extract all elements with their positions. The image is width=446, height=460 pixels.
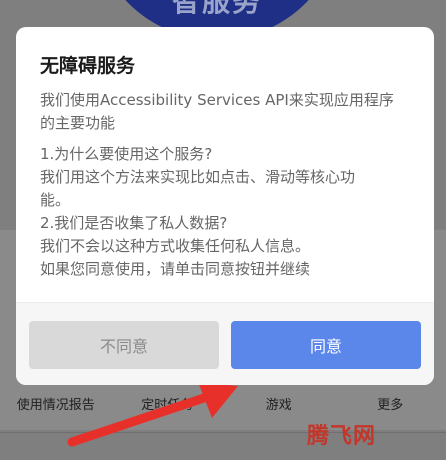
dialog-body-line: 如果您同意使用，请单击同意按钮并继续 (40, 258, 415, 281)
background-banner-text: 智服务 (92, 0, 342, 20)
dialog-intro: 我们使用Accessibility Services API来实现应用程序 的主… (40, 89, 415, 135)
dialog-body-line: 1.为什么要使用这个服务? (40, 143, 415, 166)
dialog-footer: 不同意 同意 (16, 303, 434, 385)
accessibility-consent-dialog: 无障碍服务 我们使用Accessibility Services API来实现应… (16, 27, 434, 385)
dialog-body: 我们使用Accessibility Services API来实现应用程序 的主… (40, 89, 415, 281)
dialog-body-line: 我们不会以这种方式收集任何私人信息。 (40, 235, 415, 258)
watermark-logo: 腾飞网 (307, 418, 376, 450)
dialog-body-line: 能。 (40, 189, 415, 212)
dialog-intro-line: 我们使用Accessibility Services API来实现应用程序 (40, 89, 415, 112)
dialog-body-line: 我们用这个方法来实现比如点击、滑动等核心功 (40, 166, 415, 189)
dialog-title: 无障碍服务 (40, 51, 135, 78)
dialog-body-line: 2.我们是否收集了私人数据? (40, 212, 415, 235)
disagree-button[interactable]: 不同意 (29, 321, 219, 369)
agree-button[interactable]: 同意 (231, 321, 421, 369)
feature-more[interactable]: 更多 (335, 394, 446, 413)
dialog-intro-line: 的主要功能 (40, 112, 415, 135)
